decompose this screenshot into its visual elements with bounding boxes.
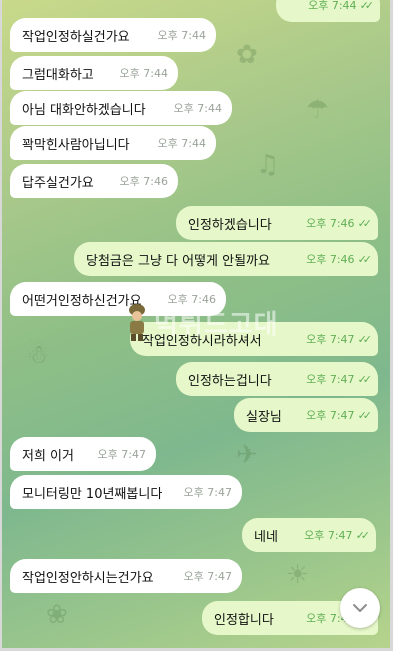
soldier-figure-icon <box>129 304 145 341</box>
message-time: 오후 7:44 <box>308 0 357 12</box>
message-time: 오후 7:46 <box>119 175 168 188</box>
message-time: 오후 7:47 <box>183 486 232 499</box>
message-time: 오후 7:47 <box>97 448 146 461</box>
message-time: 오후 7:44 <box>157 29 206 42</box>
double-check-icon: ✓✓ <box>357 216 373 230</box>
message-text: 답주실건가요 <box>22 175 94 191</box>
doodle-icon: ✿ <box>236 40 258 70</box>
outgoing-message-bubble[interactable]: 네네 오후 7:47 ✓✓ <box>242 518 376 552</box>
double-check-icon: ✓✓ <box>357 252 373 266</box>
chevron-down-icon <box>353 604 367 612</box>
incoming-message-bubble[interactable]: 그럼대화하고 오후 7:44 <box>10 56 178 90</box>
doodle-icon: ☀ <box>286 560 310 590</box>
message-text: 실장님 <box>246 409 282 425</box>
message-time: 오후 7:47 <box>306 409 355 422</box>
message-time: 오후 7:44 <box>173 102 222 115</box>
doodle-icon: ✈ <box>236 440 258 470</box>
window-edge <box>0 0 2 651</box>
message-time: 오후 7:44 <box>119 67 168 80</box>
double-check-icon: ✓✓ <box>357 332 373 346</box>
incoming-message-bubble[interactable]: 작업인정하실건가요 오후 7:44 <box>10 18 216 52</box>
watermark-text: 먹튀드고대 <box>154 309 279 340</box>
incoming-message-bubble[interactable]: 저희 이거 오후 7:47 <box>10 437 156 471</box>
chat-area[interactable]: ✿ ☂ ♫ ☃ ✈ ☀ ❀ 오후 7:44 ✓✓ 작업인정하실건가요 오후 7:44 그… <box>6 0 386 651</box>
message-text: 작업인정하실건가요 <box>22 29 130 45</box>
message-text: 인정합니다 <box>214 612 274 628</box>
outgoing-message-bubble[interactable]: 당첨금은 그냥 다 어떻게 안될까요 오후 7:46 ✓✓ <box>74 242 378 276</box>
message-text: 네네 <box>254 529 278 545</box>
outgoing-message-bubble[interactable]: 오후 7:44 ✓✓ <box>276 0 380 22</box>
message-text: 저희 이거 <box>22 448 74 464</box>
scroll-down-button[interactable] <box>340 588 380 628</box>
double-check-icon: ✓✓ <box>355 528 371 542</box>
incoming-message-bubble[interactable]: 답주실건가요 오후 7:46 <box>10 164 178 198</box>
incoming-message-bubble[interactable]: 아님 대화안하겠습니다 오후 7:44 <box>10 91 232 125</box>
message-time: 오후 7:47 <box>306 333 355 346</box>
doodle-icon: ❀ <box>46 600 68 630</box>
message-text: 작업인정안하시는건가요 <box>22 570 154 586</box>
incoming-message-bubble[interactable]: 꽉막힌사람아닙니다 오후 7:44 <box>10 126 216 160</box>
message-text: 그럼대화하고 <box>22 67 94 83</box>
doodle-icon: ☂ <box>306 95 330 125</box>
message-text: 모니터링만 10년째봅니다 <box>22 486 163 502</box>
incoming-message-bubble[interactable]: 모니터링만 10년째봅니다 오후 7:47 <box>10 475 242 509</box>
outgoing-message-bubble[interactable]: 실장님 오후 7:47 ✓✓ <box>234 398 378 432</box>
message-time: 오후 7:46 <box>306 217 355 230</box>
outgoing-message-bubble[interactable]: 인정하겠습니다 오후 7:46 ✓✓ <box>176 206 378 240</box>
message-time: 오후 7:46 <box>306 253 355 266</box>
message-text: 인정하는겁니다 <box>188 373 272 389</box>
double-check-icon: ✓✓ <box>357 372 373 386</box>
double-check-icon: ✓✓ <box>359 0 375 12</box>
message-text: 꽉막힌사람아닙니다 <box>22 137 130 153</box>
message-time: 오후 7:47 <box>306 373 355 386</box>
incoming-message-bubble[interactable]: 작업인정안하시는건가요 오후 7:47 <box>10 559 242 593</box>
doodle-icon: ☃ <box>26 340 50 370</box>
message-text: 당첨금은 그냥 다 어떻게 안될까요 <box>86 253 270 269</box>
message-time: 오후 7:47 <box>183 570 232 583</box>
outgoing-message-bubble[interactable]: 인정하는겁니다 오후 7:47 ✓✓ <box>176 362 378 396</box>
doodle-icon: ♫ <box>256 150 280 180</box>
message-time: 오후 7:47 <box>304 529 353 542</box>
message-text: 아님 대화안하겠습니다 <box>22 102 146 118</box>
watermark: 먹튀드고대 <box>124 302 279 342</box>
message-text: 인정하겠습니다 <box>188 217 272 233</box>
double-check-icon: ✓✓ <box>357 408 373 422</box>
message-time: 오후 7:44 <box>157 137 206 150</box>
